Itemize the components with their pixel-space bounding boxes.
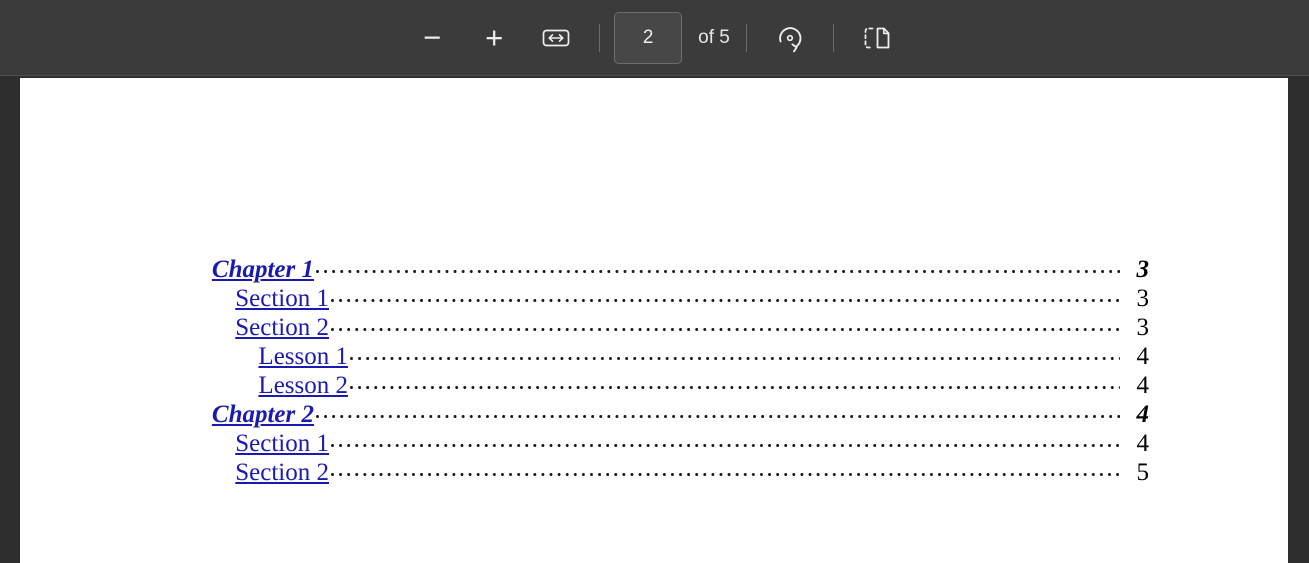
toolbar-separator-3 [832,23,834,52]
fit-width-icon [541,26,571,50]
pdf-viewer: − + of 5 [0,0,1309,563]
toc-dot-leader [331,286,1120,306]
toolbar-controls: − + of 5 [401,0,908,75]
toc-entry[interactable]: Chapter 1 3 [184,255,1149,284]
toc-entry-page-number: 3 [1136,285,1150,312]
toc-entry-link[interactable]: Chapter 2 [212,401,314,428]
toc-entry-link[interactable]: Lesson 2 [258,372,348,399]
table-of-contents: Chapter 1 3 Section 1 3 Section 2 3 Lesson 14L… [184,255,1149,487]
toc-entry-page-number: 5 [1136,459,1150,486]
toc-entry-label-wrap: Section 1 [199,429,329,458]
toc-entry[interactable]: Lesson 2 4 [184,371,1149,400]
page-number-input[interactable] [614,11,683,64]
toc-entry-label-wrap: Section 2 [199,313,329,342]
rotate-button[interactable] [769,17,811,59]
pdf-page: Chapter 1 3 Section 1 3 Section 2 3 Lesson 14L… [20,78,1288,563]
rotate-icon [773,21,807,55]
toc-entry-link[interactable]: Chapter 1 [212,256,314,283]
toc-dot-leader [316,402,1120,422]
toc-entry-label-wrap: Lesson 2 [218,371,348,400]
toc-entry[interactable]: Section 2 5 [184,458,1149,487]
toc-entry[interactable]: Lesson 1 4 [184,342,1149,371]
zoom-out-button[interactable]: − [411,17,453,59]
toc-dot-leader [331,460,1120,480]
toc-entry-page-number: 3 [1136,256,1150,283]
two-page-view-icon [861,24,893,52]
toc-entry-link[interactable]: Section 2 [235,459,329,486]
toc-entry-label-wrap: Section 1 [199,284,329,313]
toc-dot-leader [331,315,1120,335]
toc-dot-leader [331,431,1120,451]
toc-entry-link[interactable]: Section 2 [235,314,329,341]
toc-entry[interactable]: Section 1 4 [184,429,1149,458]
toc-entry-page-number: 4 [1136,343,1150,370]
toc-entry-link[interactable]: Lesson 1 [258,343,348,370]
toolbar-separator-1 [599,23,601,52]
fit-to-width-button[interactable] [535,17,577,59]
toc-entry-page-number: 4 [1136,401,1150,428]
toc-dot-leader [350,373,1120,393]
toc-entry-page-number: 4 [1136,430,1150,457]
plus-icon: + [485,20,504,55]
toc-dot-leader [350,344,1120,364]
toc-entry-label-wrap: Lesson 1 [218,342,348,371]
pdf-toolbar: − + of 5 [0,0,1309,76]
page-count-label: of 5 [698,26,730,48]
toc-entry[interactable]: Section 1 3 [184,284,1149,313]
toc-dot-leader [316,257,1120,277]
toc-entry[interactable]: Chapter 2 4 [184,400,1149,429]
toc-entry-page-number: 3 [1136,314,1150,341]
toc-entry-label-wrap: Chapter 2 [184,400,314,429]
minus-icon: − [423,20,442,55]
toc-entry-label-wrap: Section 2 [199,458,329,487]
toc-entry-label-wrap: Chapter 1 [184,255,314,284]
toc-entry-link[interactable]: Section 1 [235,285,329,312]
toolbar-separator-2 [745,23,747,52]
toc-entry-link[interactable]: Section 1 [235,430,329,457]
page-view-button[interactable] [856,17,898,59]
toc-entry[interactable]: Section 2 3 [184,313,1149,342]
zoom-in-button[interactable]: + [473,17,515,59]
toc-entry-page-number: 4 [1136,372,1150,399]
